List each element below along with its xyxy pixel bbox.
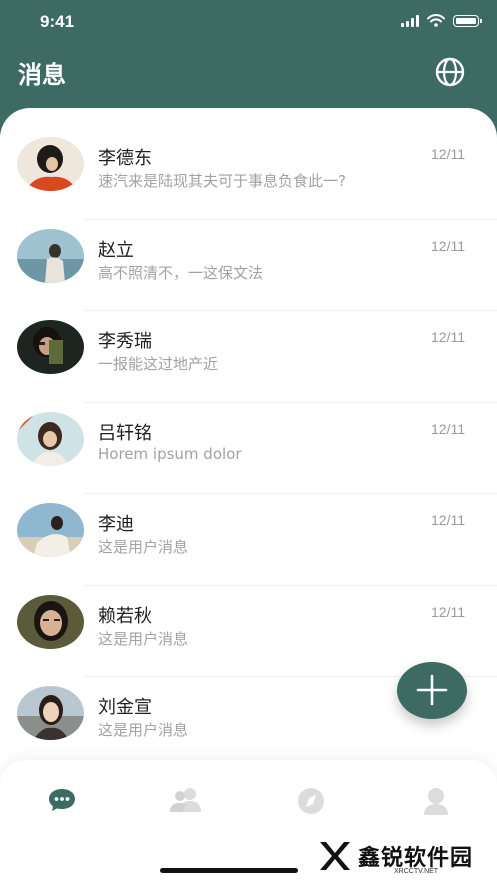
avatar	[17, 320, 84, 374]
watermark-subtext: XRCCTV.NET	[394, 868, 439, 875]
signal-icon	[401, 14, 419, 27]
message-row[interactable]: 吕轩铭 12/11 Horem ipsum dolor	[0, 403, 497, 494]
message-row[interactable]: 李迪 12/11 这是用户消息	[0, 494, 497, 586]
message-preview: Horem ipsum dolor	[98, 444, 242, 463]
message-preview: 这是用户消息	[98, 538, 189, 556]
message-time: 12/11	[431, 237, 465, 254]
watermark: 鑫锐软件园 XRCCTV.NET	[316, 834, 494, 880]
avatar	[17, 686, 84, 740]
message-time: 12/11	[431, 329, 465, 345]
message-time: 12/11	[431, 146, 465, 162]
tab-discover[interactable]	[291, 786, 331, 818]
message-time: 12/11	[431, 603, 465, 620]
contact-name: 赵立	[98, 239, 134, 261]
contact-name: 李秀瑞	[98, 331, 152, 352]
contact-name: 李德东	[98, 148, 152, 169]
avatar	[17, 411, 84, 466]
message-preview: 这是用户消息	[98, 721, 189, 739]
home-indicator	[160, 868, 298, 873]
message-time: 12/11	[431, 420, 465, 437]
page-title: 消息	[18, 61, 66, 89]
contact-name: 刘金宣	[98, 697, 152, 718]
avatar	[17, 228, 84, 283]
chat-icon	[49, 789, 75, 811]
contacts-icon	[170, 788, 201, 812]
tab-messages[interactable]	[42, 786, 82, 818]
contact-name: 赖若秋	[98, 605, 152, 627]
watermark-logo-icon	[320, 842, 350, 870]
message-preview: 这是用户消息	[98, 629, 189, 648]
status-time: 9:41	[40, 12, 75, 31]
contact-name: 吕轩铭	[98, 422, 152, 444]
contact-name: 李迪	[98, 514, 134, 535]
message-row[interactable]: 赵立 12/11 高不照清不，一这保文法	[0, 220, 497, 311]
message-preview: 速汽来是陆现其夫可于事息负食此一?	[98, 172, 346, 190]
battery-icon	[453, 14, 482, 27]
message-preview: 高不照清不，一这保文法	[98, 263, 264, 282]
status-icons	[401, 14, 482, 27]
add-button[interactable]	[397, 662, 467, 719]
tab-contacts[interactable]	[166, 786, 206, 818]
message-preview: 一报能这过地产近	[98, 355, 219, 373]
avatar	[17, 137, 84, 191]
message-row[interactable]: 李秀瑞 12/11 一报能这过地产近	[0, 311, 497, 403]
avatar	[17, 594, 84, 649]
plus-icon	[416, 674, 448, 706]
message-time: 12/11	[431, 512, 465, 528]
status-bar: 9:41	[0, 0, 497, 44]
message-row[interactable]: 李德东 12/11 速汽来是陆现其夫可于事息负食此一?	[0, 128, 497, 220]
tab-profile[interactable]	[416, 786, 456, 818]
compass-icon	[298, 788, 324, 814]
profile-icon	[424, 788, 448, 815]
wifi-icon	[427, 14, 445, 27]
avatar	[17, 503, 84, 557]
globe-icon[interactable]	[434, 56, 466, 88]
